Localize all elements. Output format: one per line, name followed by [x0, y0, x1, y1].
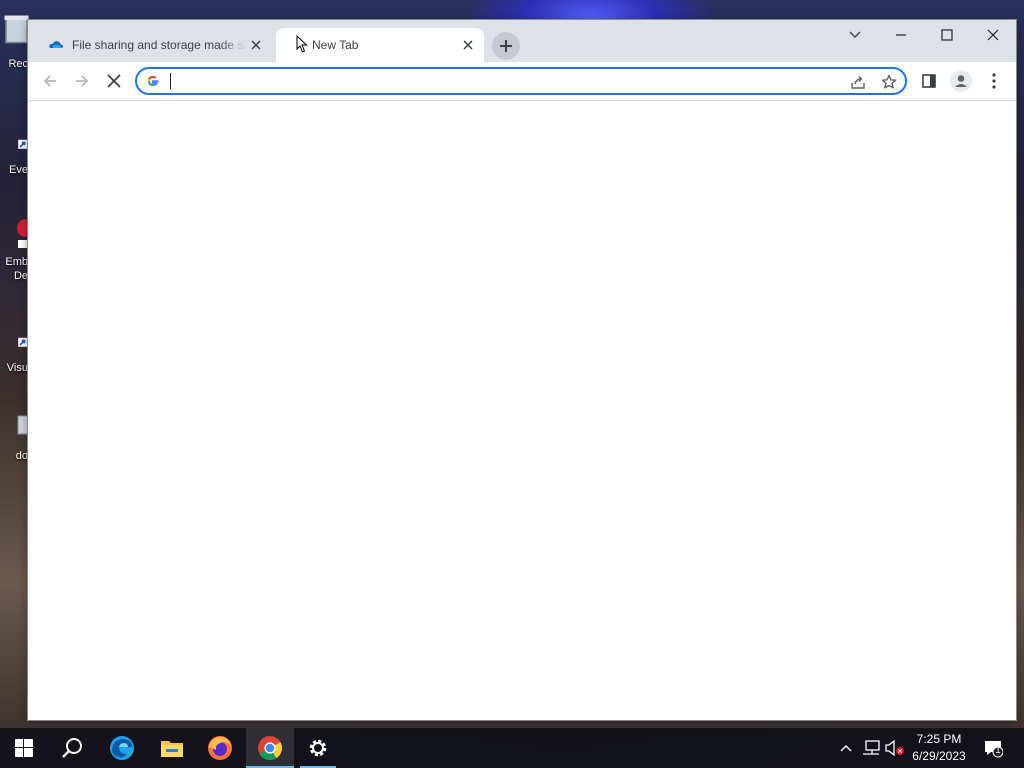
- shortcut-icon: [18, 337, 28, 347]
- firefox-icon: [208, 736, 232, 760]
- star-icon: [881, 74, 897, 89]
- avatar-icon: [950, 70, 972, 92]
- new-tab-button[interactable]: [492, 32, 520, 60]
- taskbar-settings[interactable]: [294, 728, 342, 768]
- taskbar-clock[interactable]: 7:25 PM 6/29/2023: [900, 731, 978, 765]
- taskbar-edge[interactable]: [98, 728, 146, 768]
- google-g-icon: [147, 75, 159, 87]
- desktop-icon-document[interactable]: do: [0, 406, 31, 463]
- search-icon: [62, 738, 82, 758]
- desktop-icon-label: Rec: [8, 58, 28, 70]
- clock-date: 6/29/2023: [912, 749, 966, 763]
- bookmark-button[interactable]: [878, 71, 900, 93]
- folder-icon: [161, 741, 183, 757]
- taskbar-search-button[interactable]: [48, 728, 96, 768]
- notification-count-badge: 1: [995, 745, 1001, 755]
- minimize-button[interactable]: [878, 20, 924, 50]
- onedrive-icon: [49, 41, 63, 48]
- arrow-left-icon: [43, 75, 56, 87]
- network-icon: [863, 740, 880, 755]
- close-window-button[interactable]: [970, 20, 1016, 50]
- arrow-right-icon: [76, 75, 89, 87]
- minimize-icon: [896, 34, 906, 36]
- browser-window: File sharing and storage made simple New…: [28, 20, 1016, 720]
- close-icon: [251, 40, 261, 50]
- address-bar[interactable]: [135, 67, 907, 95]
- clock-time: 7:25 PM: [916, 732, 962, 746]
- desktop-icon-label: Eve: [9, 164, 28, 176]
- mouse-cursor-icon: [296, 35, 308, 53]
- tab-title: File sharing and storage made simple: [72, 38, 246, 52]
- tab-close-button[interactable]: [458, 35, 478, 55]
- tab-title: New Tab: [312, 38, 359, 52]
- network-status-button[interactable]: [860, 728, 882, 768]
- tab-search-button[interactable]: [832, 20, 878, 50]
- tab-close-button[interactable]: [246, 35, 266, 55]
- menu-button[interactable]: [978, 65, 1010, 97]
- windows-logo-icon: [15, 739, 33, 757]
- desktop-icon-label: De: [13, 270, 28, 282]
- maximize-icon: [941, 29, 953, 41]
- share-icon: [851, 76, 865, 89]
- tab-onedrive[interactable]: File sharing and storage made simple: [36, 28, 272, 62]
- gear-icon: [309, 739, 327, 757]
- shortcut-icon: [18, 139, 28, 149]
- desktop-icon-shortcut[interactable]: Visu: [0, 336, 28, 375]
- desktop-icon-label: Emb: [5, 256, 28, 268]
- document-icon: [17, 415, 31, 435]
- action-center-button[interactable]: 1: [980, 728, 1006, 768]
- taskbar-firefox[interactable]: [196, 728, 244, 768]
- close-icon: [987, 29, 999, 41]
- chrome-icon: [258, 736, 283, 761]
- shortcut-icon: [17, 219, 35, 250]
- close-icon: [463, 40, 473, 50]
- chevron-up-icon: [840, 745, 852, 752]
- kebab-menu-icon: [992, 73, 996, 89]
- tab-strip: File sharing and storage made simple New…: [28, 20, 1016, 62]
- start-button[interactable]: [0, 728, 48, 768]
- side-panel-button[interactable]: [913, 65, 945, 97]
- side-panel-icon: [922, 74, 936, 88]
- stop-loading-button[interactable]: [98, 65, 130, 97]
- taskbar-chrome[interactable]: [246, 728, 294, 768]
- desktop-icon-shortcut[interactable]: Eve: [0, 138, 28, 177]
- chevron-down-icon: [849, 31, 861, 38]
- profile-button[interactable]: [945, 65, 977, 97]
- text-caret: [170, 73, 171, 89]
- page-content: [28, 101, 1016, 720]
- address-input[interactable]: [169, 72, 809, 90]
- back-button[interactable]: [34, 65, 66, 97]
- maximize-button[interactable]: [924, 20, 970, 50]
- taskbar-file-explorer[interactable]: [148, 728, 196, 768]
- browser-toolbar: [28, 62, 1016, 101]
- share-button[interactable]: [847, 71, 869, 93]
- close-icon: [107, 74, 121, 88]
- plus-icon: [500, 40, 512, 52]
- desktop-icon-label: Visu: [6, 362, 28, 374]
- desktop-icon-label: do: [15, 450, 28, 462]
- taskbar: 7:25 PM 6/29/2023 1: [0, 728, 1024, 768]
- recycle-bin-icon: [4, 15, 29, 44]
- forward-button[interactable]: [66, 65, 98, 97]
- show-hidden-icons-button[interactable]: [836, 728, 856, 768]
- edge-icon: [110, 736, 134, 760]
- desktop-icon-shortcut[interactable]: Emb De: [0, 212, 35, 283]
- desktop-icon-recycle-bin[interactable]: Rec: [0, 8, 29, 71]
